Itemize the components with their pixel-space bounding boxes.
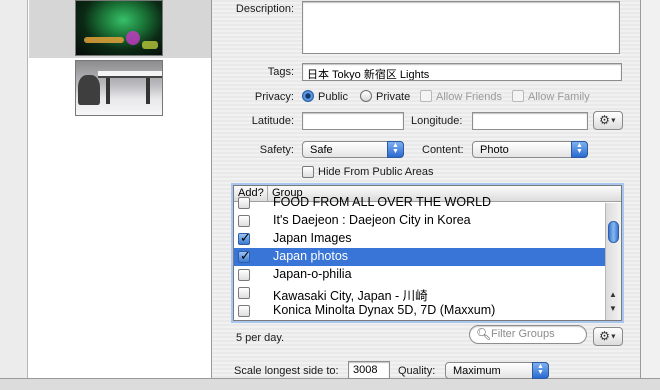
safety-label: Safety: xyxy=(259,144,294,156)
hide-public-checkbox[interactable] xyxy=(302,166,314,178)
group-add-checkbox[interactable] xyxy=(238,197,250,209)
allow-friends-label: Allow Friends xyxy=(436,91,503,103)
tags-field[interactable]: 日本 Tokyo 新宿区 Lights xyxy=(302,63,622,81)
popup-arrows-icon: ▲ ▼ xyxy=(532,362,549,379)
group-add-checkbox[interactable] xyxy=(238,269,250,281)
safety-value: Safe xyxy=(310,144,333,156)
chevron-down-icon: ▼ xyxy=(609,333,617,341)
group-list-row[interactable]: Kawasaki City, Japan - 川崎 xyxy=(234,284,606,303)
scroll-down-arrow-icon[interactable]: ▼ xyxy=(609,304,617,313)
window-right-edge xyxy=(640,0,660,378)
group-name: Konica Minolta Dynax 5D, 7D (Maxxum) xyxy=(273,303,496,317)
group-add-checkbox[interactable] xyxy=(238,287,250,299)
group-list-scrollbar[interactable]: ▲ ▼ xyxy=(605,203,621,320)
gear-icon: ⚙ xyxy=(599,113,610,127)
allow-friends-checkbox xyxy=(420,90,432,102)
group-list-row[interactable]: FOOD FROM ALL OVER THE WORLD xyxy=(234,194,606,212)
group-list-row[interactable]: Konica Minolta Dynax 5D, 7D (Maxxum) xyxy=(234,302,606,320)
content-popup[interactable]: Photo ▲ ▼ xyxy=(472,141,588,158)
scale-field[interactable]: 3008 xyxy=(348,361,390,379)
group-list[interactable]: Add? Group FOOD FROM ALL OVER THE WORLD I… xyxy=(233,185,622,321)
quality-value: Maximum xyxy=(453,365,501,377)
content-value: Photo xyxy=(480,144,509,156)
filter-groups-placeholder: Filter Groups xyxy=(491,328,555,340)
group-list-row[interactable]: Japan photos xyxy=(234,248,606,266)
left-panel-edge xyxy=(0,0,28,378)
photo-thumbnail-list xyxy=(0,0,212,378)
group-add-checkbox[interactable] xyxy=(238,305,250,317)
allow-family-label: Allow Family xyxy=(528,91,590,103)
group-list-row[interactable]: Japan Images xyxy=(234,230,606,248)
longitude-label: Longitude: xyxy=(411,115,463,127)
group-add-checkbox[interactable] xyxy=(238,248,251,264)
quality-popup[interactable]: Maximum ▲ ▼ xyxy=(445,362,549,379)
latitude-label: Latitude: xyxy=(251,115,294,127)
group-name: Japan photos xyxy=(273,249,349,263)
popup-arrows-icon: ▲ ▼ xyxy=(387,141,404,158)
description-field[interactable] xyxy=(302,1,620,54)
privacy-public-radio[interactable] xyxy=(302,90,314,102)
photo-thumbnail-snow-shelter[interactable] xyxy=(75,60,163,116)
group-list-row[interactable]: It's Daejeon : Daejeon City in Korea xyxy=(234,212,606,230)
group-add-checkbox[interactable] xyxy=(238,215,250,227)
group-add-checkbox[interactable] xyxy=(238,230,251,246)
magnifier-icon: 🔍︎ xyxy=(476,327,492,341)
privacy-public-label[interactable]: Public xyxy=(318,91,348,103)
photo-thumbnail-night-lights[interactable] xyxy=(75,0,163,56)
popup-arrows-icon: ▲ ▼ xyxy=(571,141,588,158)
gear-icon: ⚙ xyxy=(599,329,610,343)
privacy-private-label[interactable]: Private xyxy=(376,91,410,103)
quality-label: Quality: xyxy=(398,365,436,377)
tags-label: Tags: xyxy=(267,66,294,78)
privacy-label: Privacy: xyxy=(254,91,294,103)
hide-public-label[interactable]: Hide From Public Areas xyxy=(318,166,434,178)
group-list-row[interactable]: Japan-o-philia xyxy=(234,266,606,284)
group-name: Japan Images xyxy=(273,231,352,245)
safety-popup[interactable]: Safe ▲ ▼ xyxy=(302,141,404,158)
scroll-up-arrow-icon[interactable]: ▲ xyxy=(609,290,617,299)
longitude-field[interactable] xyxy=(472,112,588,130)
allow-family-checkbox xyxy=(512,90,524,102)
group-name: FOOD FROM ALL OVER THE WORLD xyxy=(273,195,492,209)
window-bottom-edge xyxy=(0,378,660,390)
privacy-private-radio[interactable] xyxy=(360,90,372,102)
description-label: Description: xyxy=(235,3,294,15)
content-label: Content: xyxy=(422,144,464,156)
chevron-down-icon: ▼ xyxy=(609,117,617,125)
latitude-field[interactable] xyxy=(302,112,404,130)
scrollbar-thumb[interactable] xyxy=(608,221,619,243)
filter-groups-search[interactable]: 🔍︎ Filter Groups xyxy=(469,325,587,344)
scale-label: Scale longest side to: xyxy=(234,365,339,377)
group-name: It's Daejeon : Daejeon City in Korea xyxy=(273,213,471,227)
group-name: Japan-o-philia xyxy=(273,267,352,281)
group-action-button[interactable]: ⚙▼ xyxy=(593,327,623,346)
location-action-button[interactable]: ⚙▼ xyxy=(593,111,623,130)
upload-limit-text: 5 per day. xyxy=(236,332,285,344)
